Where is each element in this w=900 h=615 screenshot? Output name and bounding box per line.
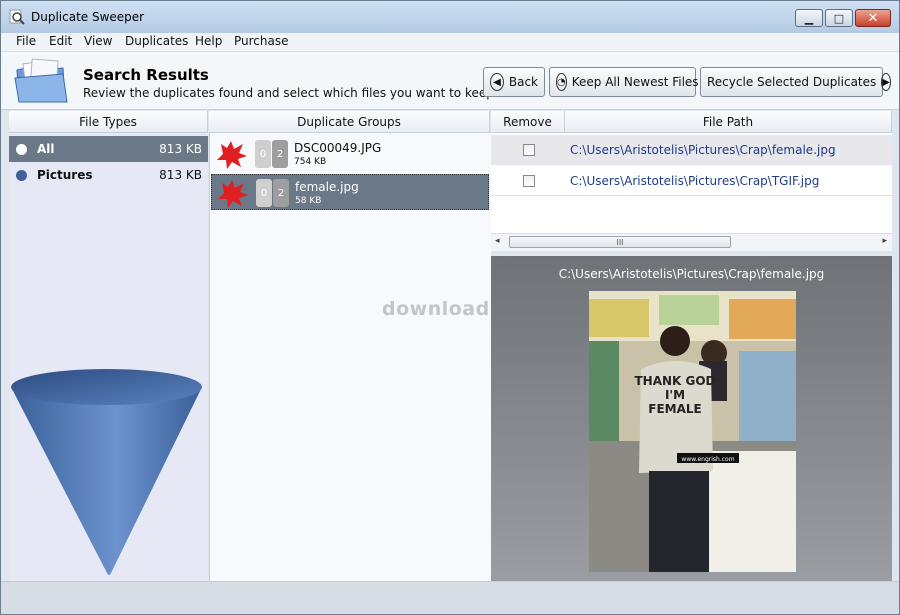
title-bar: Duplicate Sweeper ▁ □ ✕	[1, 1, 899, 33]
menu-duplicates[interactable]: Duplicates	[125, 34, 188, 48]
shirt-text-line2: I'M	[665, 388, 685, 402]
menu-help[interactable]: Help	[195, 34, 222, 48]
column-duplicate-groups[interactable]: Duplicate Groups	[209, 111, 490, 133]
back-button[interactable]: ◀ Back	[483, 67, 545, 97]
group-size: 58 KB	[295, 196, 322, 206]
keep-newest-label: Keep All Newest Files	[571, 75, 699, 89]
count-badge-a: 0	[255, 140, 271, 168]
image-thumbnail-icon	[218, 180, 248, 208]
count-badge-b: 2	[272, 140, 288, 168]
clock-icon: ◔	[556, 73, 567, 91]
file-type-pictures[interactable]: Pictures 813 KB	[9, 162, 208, 188]
shirt-text-line1: THANK GOD	[634, 374, 715, 388]
file-type-name: All	[37, 142, 55, 156]
minimize-button[interactable]: ▁	[795, 9, 823, 27]
status-bar	[1, 581, 899, 614]
file-path: C:\Users\Aristotelis\Pictures\Crap\TGIF.…	[570, 174, 820, 188]
minimize-icon: ▁	[804, 11, 814, 25]
file-type-all[interactable]: All 813 KB	[9, 136, 208, 162]
file-type-name: Pictures	[37, 168, 93, 182]
file-row[interactable]: C:\Users\Aristotelis\Pictures\Crap\TGIF.…	[491, 166, 892, 196]
shirt-text-line3: FEMALE	[648, 402, 701, 416]
maximize-icon: □	[833, 11, 845, 25]
preview-path: C:\Users\Aristotelis\Pictures\Crap\femal…	[558, 267, 825, 281]
file-type-size: 813 KB	[159, 142, 202, 156]
duplicate-group-row[interactable]: 0 2 DSC00049.JPG 754 KB	[211, 136, 489, 172]
menu-purchase[interactable]: Purchase	[234, 34, 289, 48]
recycle-duplicates-label: Recycle Selected Duplicates	[707, 75, 877, 89]
maximize-button[interactable]: □	[825, 9, 853, 27]
scroll-right-icon[interactable]: ▸	[882, 236, 887, 246]
menu-view[interactable]: View	[84, 34, 112, 48]
scroll-thumb[interactable]: III	[509, 236, 731, 248]
column-file-path[interactable]: File Path	[565, 111, 892, 133]
page-title: Search Results	[83, 66, 209, 84]
keep-newest-button[interactable]: ◔ Keep All Newest Files	[549, 67, 699, 97]
recycle-duplicates-button[interactable]: Recycle Selected Duplicates ▶	[700, 67, 891, 97]
column-file-types[interactable]: File Types	[9, 111, 208, 133]
count-badge-b: 2	[273, 179, 289, 207]
remove-checkbox[interactable]	[523, 144, 535, 156]
magnifier-app-icon	[9, 9, 25, 25]
image-thumbnail-icon	[217, 141, 247, 169]
horizontal-scrollbar[interactable]: ◂ III ▸	[491, 233, 892, 251]
watermark-text: download	[382, 298, 490, 320]
arrow-left-icon: ◀	[490, 73, 504, 91]
menu-edit[interactable]: Edit	[49, 34, 72, 48]
column-remove[interactable]: Remove	[491, 111, 565, 133]
page-subtitle: Review the duplicates found and select w…	[83, 86, 498, 100]
file-list: C:\Users\Aristotelis\Pictures\Crap\femal…	[491, 133, 892, 233]
funnel-graphic	[11, 369, 202, 575]
photo-caption: www.engrish.com	[681, 456, 734, 463]
menu-file[interactable]: File	[16, 34, 36, 48]
close-icon: ✕	[867, 10, 879, 26]
count-badge-a: 0	[256, 179, 272, 207]
folder-documents-icon	[14, 58, 68, 103]
file-row[interactable]: C:\Users\Aristotelis\Pictures\Crap\femal…	[491, 135, 892, 165]
remove-checkbox[interactable]	[523, 175, 535, 187]
radio-dot-icon	[16, 169, 27, 181]
file-path: C:\Users\Aristotelis\Pictures\Crap\femal…	[570, 143, 836, 157]
image-preview-pane: C:\Users\Aristotelis\Pictures\Crap\femal…	[491, 256, 892, 581]
group-size: 754 KB	[294, 157, 327, 167]
back-button-label: Back	[508, 75, 538, 89]
close-button[interactable]: ✕	[855, 9, 891, 27]
radio-dot-icon	[16, 143, 27, 155]
arrow-right-icon: ▶	[881, 73, 891, 91]
group-name: DSC00049.JPG	[294, 141, 382, 155]
window-title: Duplicate Sweeper	[31, 10, 145, 24]
file-type-size: 813 KB	[159, 168, 202, 182]
menu-bar: File Edit View Duplicates Help Purchase	[1, 33, 899, 52]
duplicate-groups-panel: 0 2 DSC00049.JPG 754 KB 0 2 female.jpg 5…	[209, 133, 491, 581]
header: Search Results Review the duplicates fou…	[1, 52, 899, 110]
file-types-panel: All 813 KB Pictures 813 KB	[9, 133, 208, 581]
preview-photo: THANK GOD I'M FEMALE www.engrish.com	[589, 291, 796, 572]
app-window: Duplicate Sweeper ▁ □ ✕ File Edit View D…	[0, 0, 900, 615]
scroll-left-icon[interactable]: ◂	[495, 236, 500, 246]
group-name: female.jpg	[295, 180, 359, 194]
duplicate-group-row[interactable]: 0 2 female.jpg 58 KB	[211, 174, 489, 210]
